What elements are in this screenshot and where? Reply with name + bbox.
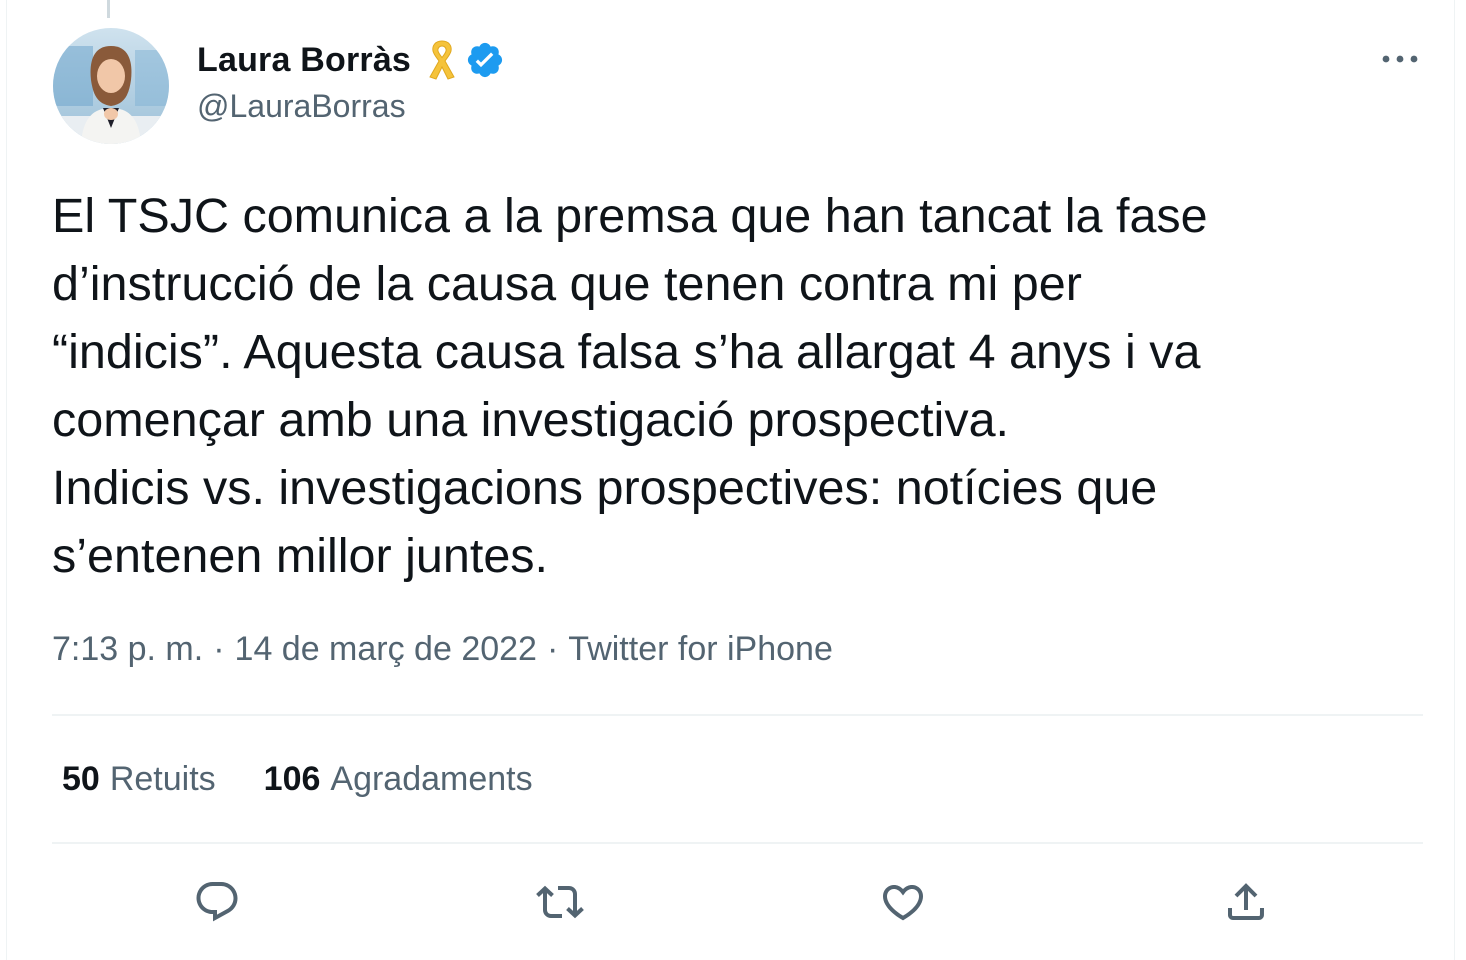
author-handle[interactable]: @LauraBorras (197, 88, 406, 125)
reply-button[interactable] (189, 876, 245, 932)
retweet-icon (536, 878, 584, 931)
tweet-source-link[interactable]: Twitter for iPhone (568, 630, 833, 669)
share-button[interactable] (1218, 876, 1274, 932)
more-options-icon[interactable] (1379, 44, 1421, 74)
tweet-card: Laura Borràs @LauraBorras El TSJC comuni… (6, 0, 1455, 960)
profile-photo-icon (53, 28, 169, 144)
divider (52, 842, 1423, 844)
like-icon (879, 878, 927, 931)
like-button[interactable] (875, 876, 931, 932)
retweets-label: Retuits (109, 760, 216, 798)
retweet-button[interactable] (532, 876, 588, 932)
verified-badge-icon (465, 40, 505, 80)
retweets-count: 50 (62, 760, 100, 798)
avatar[interactable] (53, 28, 169, 144)
share-icon (1222, 878, 1270, 931)
tweet-time[interactable]: 7:13 p. m. (52, 630, 203, 669)
author-display-name[interactable]: Laura Borràs (197, 41, 411, 80)
tweet-date[interactable]: 14 de març de 2022 (235, 630, 537, 669)
thread-connector-line (107, 0, 110, 18)
divider (52, 714, 1423, 716)
reply-icon (193, 878, 241, 931)
retweets-stat-link[interactable]: 50 Retuits (62, 760, 216, 799)
tweet-actions-bar (7, 876, 1456, 932)
likes-count: 106 (263, 760, 321, 798)
yellow-ribbon-icon (427, 39, 457, 81)
likes-stat-link[interactable]: 106 Agradaments (264, 760, 533, 799)
tweet-metadata: 7:13 p. m. · 14 de març de 2022 · Twitte… (52, 630, 833, 669)
author-name-row: Laura Borràs (197, 38, 505, 82)
meta-separator: · (213, 630, 225, 668)
tweet-text: El TSJC comunica a la premsa que han tan… (52, 189, 1208, 583)
meta-separator: · (546, 630, 559, 668)
likes-label: Agradaments (330, 760, 533, 798)
engagement-stats: 50 Retuits 106 Agradaments (62, 760, 533, 799)
